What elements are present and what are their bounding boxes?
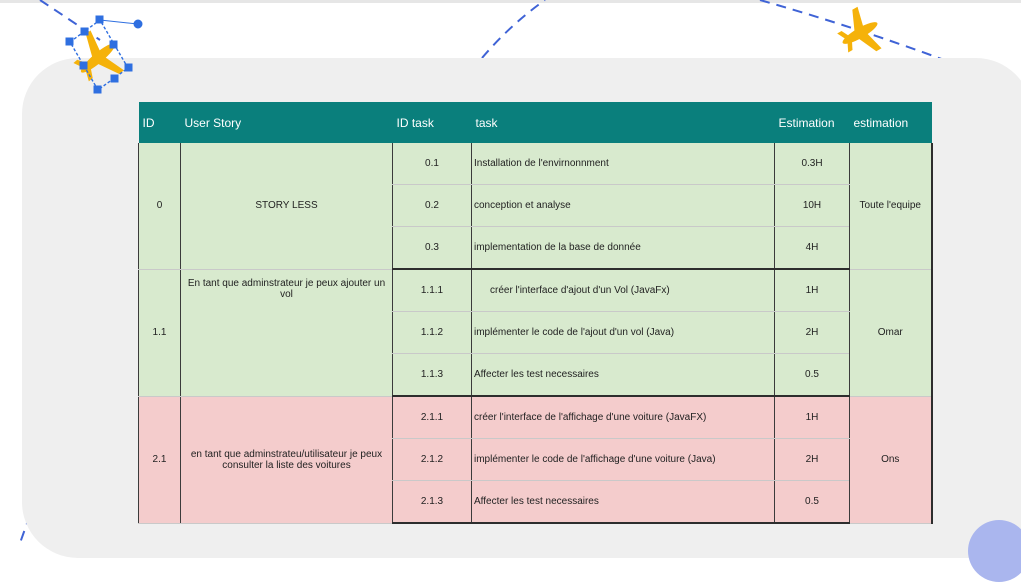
task-id: 1.1.3: [392, 353, 472, 397]
task-id: 0.1: [392, 143, 472, 185]
task-text: conception et analyse: [471, 184, 775, 227]
task-estimation: 2H: [774, 311, 850, 354]
story-id: 1.1: [138, 269, 181, 397]
task-text: implementation de la base de donnée: [471, 226, 775, 270]
table-row: 1.1 En tant que adminstrateur je peux aj…: [138, 269, 933, 397]
task-estimation: 0.5: [774, 480, 850, 524]
product-backlog-table: ID User Story ID task task Estimation es…: [138, 102, 933, 524]
header-id-task: ID task: [392, 102, 472, 143]
task-id: 1.1.2: [392, 311, 472, 354]
story-assignee: Ons: [849, 396, 933, 524]
task-estimation: 10H: [774, 184, 850, 227]
airplane-icon[interactable]: [52, 14, 147, 99]
task-estimation: 0.5: [774, 353, 850, 397]
task-id: 0.2: [392, 184, 472, 227]
corner-avatar-circle[interactable]: [968, 520, 1021, 582]
airplane-icon: [837, 6, 882, 53]
header-user-story: User Story: [180, 102, 393, 143]
header-id: ID: [138, 102, 181, 143]
task-estimation: 0.3H: [774, 143, 850, 185]
story-assignee: Omar: [849, 269, 933, 397]
task-text: créer l'interface de l'affichage d'une v…: [471, 396, 775, 439]
task-id: 2.1.1: [392, 396, 472, 439]
task-id: 0.3: [392, 226, 472, 270]
story-id: 0: [138, 143, 181, 270]
task-estimation: 4H: [774, 226, 850, 270]
header-task: task: [471, 102, 775, 143]
story-id: 2.1: [138, 396, 181, 524]
task-text: Installation de l'envirnonnment: [471, 143, 775, 185]
task-text: créer l'interface d'ajout d'un Vol (Java…: [471, 269, 775, 312]
story-text: en tant que adminstrateu/utilisateur je …: [180, 396, 393, 524]
task-id: 2.1.3: [392, 480, 472, 524]
task-estimation: 2H: [774, 438, 850, 481]
table-header-row: ID User Story ID task task Estimation es…: [138, 102, 932, 143]
table-row: 0 STORY LESS 0.1 Installation de l'envir…: [138, 143, 933, 270]
task-text: Affecter les test necessaires: [471, 353, 775, 397]
header-estimation: Estimation: [774, 102, 850, 143]
task-text: Affecter les test necessaires: [471, 480, 775, 524]
table-row: 2.1 en tant que adminstrateu/utilisateur…: [138, 396, 933, 524]
task-id: 1.1.1: [392, 269, 472, 312]
task-estimation: 1H: [774, 269, 850, 312]
story-text: En tant que adminstrateur je peux ajoute…: [180, 269, 393, 397]
header-estimation-2: estimation: [849, 102, 932, 143]
task-id: 2.1.2: [392, 438, 472, 481]
task-estimation: 1H: [774, 396, 850, 439]
story-assignee: Toute l'equipe: [849, 143, 933, 270]
task-text: implémenter le code de l'ajout d'un vol …: [471, 311, 775, 354]
task-text: implémenter le code de l'affichage d'une…: [471, 438, 775, 481]
story-text: STORY LESS: [180, 143, 393, 270]
